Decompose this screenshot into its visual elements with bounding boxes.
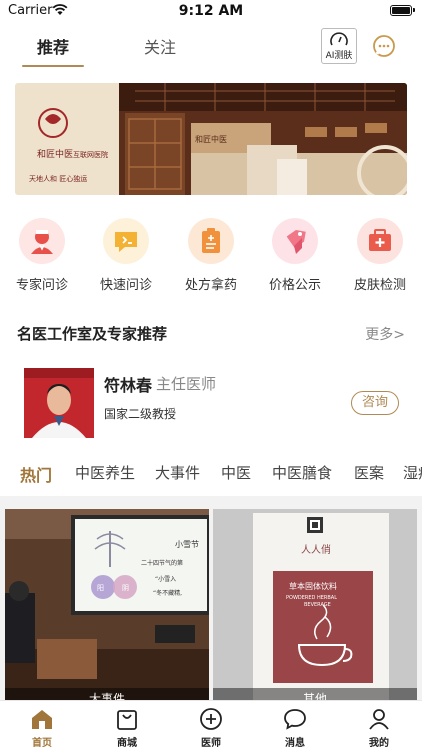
feed-card[interactable]: 阳 阴 小雪节 二十四节气的第 “小雪入 “冬不藏精, 大事件: [5, 509, 209, 700]
slide-title: 小雪节: [175, 540, 199, 549]
nav-label: 首页: [32, 738, 52, 749]
prescription-icon: [188, 218, 234, 264]
quick-actions-row: 专家问诊 快速问诊 处方拿药 价格公示 皮肤检测: [0, 218, 422, 298]
category-tab-tcm-health[interactable]: 中医养生: [75, 462, 135, 483]
slide-circle-left-label: 阳: [97, 583, 104, 592]
tab-recommend[interactable]: 推荐: [37, 34, 69, 58]
category-tab-tcm[interactable]: 中医: [221, 462, 251, 483]
slide-circle-right-label: 阴: [122, 583, 129, 592]
card-image: 人人俏 草本固体饮料 POWDERED HERBAL BEVERAGE: [213, 509, 417, 700]
user-icon: [369, 709, 389, 730]
card-caption: 大事件: [5, 688, 209, 700]
chat-bubble-icon[interactable]: [371, 33, 397, 59]
product-en-line-1: POWDERED HERBAL: [286, 595, 337, 601]
plus-circle-icon: [200, 708, 222, 730]
slide-line-2: “小雪入: [155, 575, 176, 583]
doctor-title: 主任医师: [156, 375, 217, 393]
product-en-line-2: BEVERAGE: [304, 602, 331, 608]
quick-action-price-list[interactable]: 价格公示: [253, 218, 337, 293]
medical-kit-icon: [357, 218, 403, 264]
nav-doctors[interactable]: 医师: [181, 707, 241, 749]
top-tab-bar: 推荐 关注 AI测肤: [0, 28, 422, 68]
quick-action-fast-consult[interactable]: 快速问诊: [84, 218, 168, 293]
promo-banner[interactable]: 和匠中医 互联网医院 天地人和 匠心独运 和匠中医: [15, 83, 407, 195]
category-tab-cases[interactable]: 医案: [354, 462, 384, 483]
quick-action-label: 皮肤检测: [353, 278, 406, 293]
nav-messages[interactable]: 消息: [265, 707, 325, 749]
quick-action-skin-test[interactable]: 皮肤检测: [338, 218, 422, 293]
banner-brand-text: 和匠中医: [37, 148, 73, 160]
slide-line-3: “冬不藏精,: [153, 589, 182, 597]
status-bar: Carrier 9:12 AM: [0, 0, 422, 24]
ai-skin-test-label: AI测肤: [325, 51, 353, 61]
category-tab-tcm-diet[interactable]: 中医膳食: [272, 462, 332, 483]
category-tab-hot[interactable]: 热门: [20, 462, 52, 486]
nav-label: 商城: [117, 738, 137, 749]
banner-brand-sub: 互联网医院: [73, 150, 108, 159]
quick-action-label: 快速问诊: [99, 278, 152, 293]
banner-image: 和匠中医 互联网医院 天地人和 匠心独运 和匠中医: [15, 83, 407, 195]
card-caption: 其他: [213, 688, 417, 700]
active-tab-indicator: [22, 65, 84, 67]
doctor-icon: [19, 218, 65, 264]
experts-section-header: 名医工作室及专家推荐 更多>: [17, 323, 407, 345]
gauge-icon: [330, 32, 348, 46]
nav-label: 医师: [201, 738, 221, 749]
price-tag-icon: [272, 218, 318, 264]
quick-action-label: 处方拿药: [184, 278, 237, 293]
shopping-bag-icon: [117, 710, 137, 730]
banner-store-sign: 和匠中医: [195, 134, 227, 144]
product-brand: 人人俏: [301, 543, 331, 556]
nav-label: 我的: [369, 738, 389, 749]
doctor-name: 符林春: [104, 376, 153, 395]
doctor-card[interactable]: 符林春 主任医师 国家二级教授 咨询: [24, 368, 404, 440]
quick-action-label: 专家问诊: [15, 278, 68, 293]
section-title: 名医工作室及专家推荐: [17, 325, 168, 343]
category-tab-events[interactable]: 大事件: [155, 462, 200, 483]
ai-skin-test-button[interactable]: AI测肤: [321, 28, 357, 64]
slide-line-1: 二十四节气的第: [141, 559, 183, 567]
card-image: 阳 阴 小雪节 二十四节气的第 “小雪入 “冬不藏精,: [5, 509, 209, 700]
doctor-description: 国家二级教授: [104, 407, 177, 421]
nav-profile[interactable]: 我的: [349, 707, 409, 749]
quick-action-expert-consult[interactable]: 专家问诊: [0, 218, 84, 293]
feed-card[interactable]: 人人俏 草本固体饮料 POWDERED HERBAL BEVERAGE 其他: [213, 509, 417, 700]
doctor-photo: [24, 368, 94, 438]
quick-action-label: 价格公示: [268, 278, 321, 293]
nav-home[interactable]: 首页: [12, 707, 72, 749]
bottom-nav: 首页 商城 医师 消息 我的: [0, 700, 422, 750]
tab-follow[interactable]: 关注: [144, 34, 176, 58]
banner-slogan: 天地人和 匠心独运: [29, 174, 87, 183]
nav-label: 消息: [285, 738, 305, 749]
nav-mall[interactable]: 商城: [97, 707, 157, 749]
message-icon: [284, 709, 306, 730]
consult-button[interactable]: 咨询: [351, 391, 399, 415]
more-link[interactable]: 更多>: [365, 324, 405, 344]
quick-chat-icon: [103, 218, 149, 264]
home-icon: [32, 710, 52, 729]
product-name: 草本固体饮料: [289, 581, 337, 591]
category-tab-eczema[interactable]: 湿疹: [403, 462, 422, 483]
battery-icon: [390, 5, 415, 16]
quick-action-prescription[interactable]: 处方拿药: [169, 218, 253, 293]
category-tab-bar: 热门 中医养生 大事件 中医 中医膳食 医案 湿疹: [0, 462, 422, 488]
clock: 9:12 AM: [178, 3, 244, 19]
